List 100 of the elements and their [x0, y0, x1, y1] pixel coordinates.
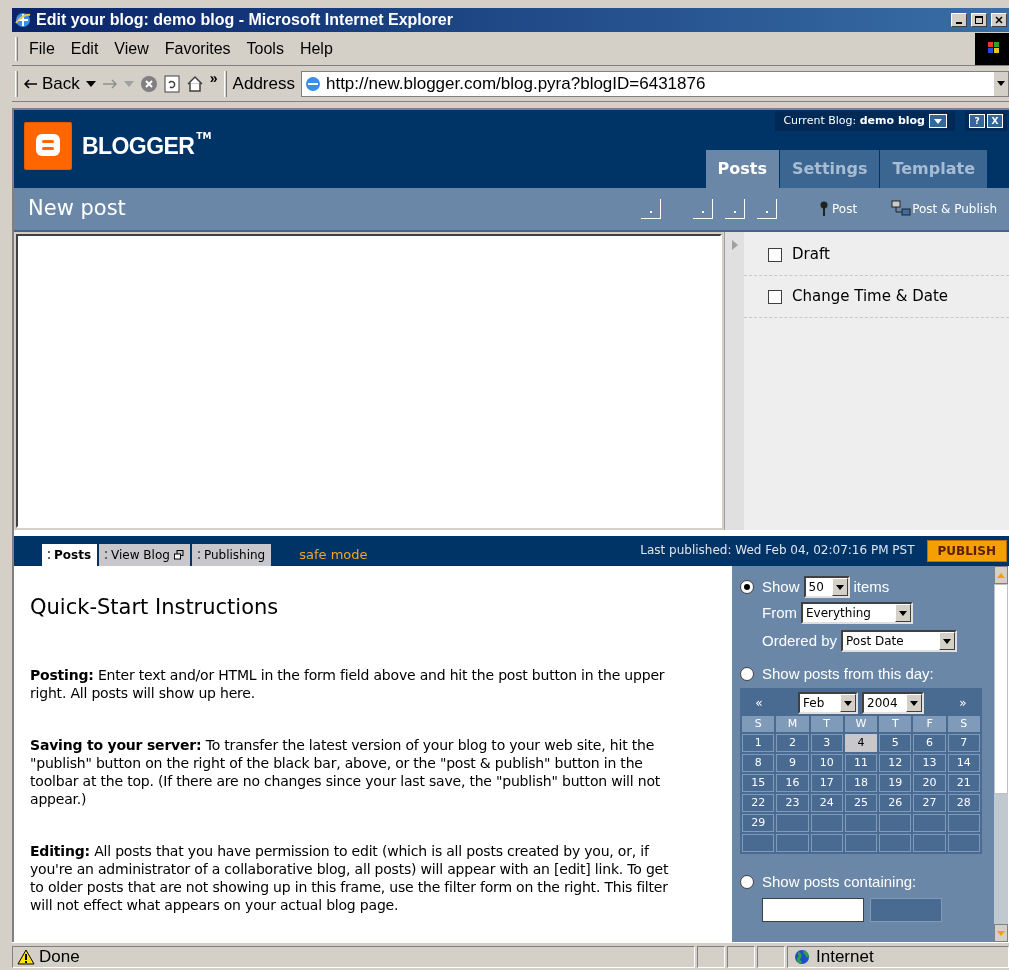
calendar-day[interactable]: 3 — [810, 734, 843, 752]
calendar-day[interactable]: 8 — [742, 754, 775, 772]
calendar-day[interactable]: 20 — [913, 774, 946, 792]
weekday-label: S — [742, 716, 775, 732]
calendar-day[interactable]: 23 — [776, 794, 809, 812]
from-select[interactable]: Everything — [801, 602, 913, 624]
status-text: Done — [39, 945, 80, 968]
post-body-field[interactable] — [16, 234, 722, 528]
browser-icon — [14, 11, 32, 29]
menu-item[interactable]: Edit — [62, 36, 107, 61]
home-icon — [185, 74, 204, 93]
maximize-icon — [975, 16, 983, 24]
arrow-left-icon — [24, 78, 38, 89]
calendar-day[interactable]: 17 — [810, 774, 843, 792]
calendar-day[interactable]: 16 — [776, 774, 809, 792]
calendar-day[interactable]: 18 — [844, 774, 878, 792]
close-button[interactable]: X — [987, 114, 1003, 128]
tab[interactable]: View Blog — [99, 544, 190, 566]
calendar-day[interactable]: 21 — [947, 774, 980, 792]
post-button[interactable]: Post — [819, 200, 858, 218]
caret-icon — [844, 700, 852, 706]
back-button[interactable]: Back — [24, 70, 80, 97]
menu-item[interactable]: Help — [291, 36, 341, 61]
calendar-day[interactable]: 14 — [947, 754, 980, 772]
calendar-day[interactable]: 12 — [879, 754, 912, 772]
close-button[interactable] — [991, 13, 1007, 27]
count-select[interactable]: 50 — [803, 576, 850, 598]
blogger-logo-icon — [24, 122, 72, 170]
radio-button[interactable] — [740, 667, 754, 681]
calendar-day[interactable]: 22 — [742, 794, 775, 812]
chevron-icon[interactable]: » — [209, 68, 218, 89]
menu-item[interactable]: File — [21, 36, 63, 61]
scroll-up-icon — [997, 572, 1005, 578]
toolbar-button[interactable] — [693, 199, 713, 219]
previous-month-button[interactable]: « — [742, 694, 776, 712]
month-select[interactable]: Feb — [798, 692, 858, 714]
minimize-button[interactable] — [951, 13, 967, 27]
arrow-right-icon — [101, 78, 118, 89]
calendar-day[interactable]: 4 — [844, 734, 878, 752]
menu-item[interactable]: Favorites — [156, 36, 239, 61]
option-checkbox[interactable]: Change Time & Date — [744, 276, 1009, 318]
status-pane — [757, 945, 785, 968]
year-select[interactable]: 2004 — [862, 692, 924, 714]
calendar-day[interactable]: 25 — [844, 794, 878, 812]
tab[interactable]: Posts — [42, 544, 98, 566]
menu-item[interactable]: Tools — [238, 36, 292, 61]
safe-mode-label: safe mode — [299, 545, 368, 564]
calendar-day[interactable]: 7 — [947, 734, 980, 752]
weekday-label: T — [879, 716, 912, 732]
next-month-button[interactable]: » — [946, 694, 980, 712]
calendar-day[interactable]: 6 — [913, 734, 946, 752]
blog-dropdown-button[interactable] — [929, 114, 947, 128]
post-publish-button[interactable]: Post & Publish — [891, 200, 997, 218]
calendar-day[interactable]: 11 — [844, 754, 878, 772]
calendar-day[interactable]: 1 — [742, 734, 775, 752]
scrollbar[interactable] — [994, 566, 1008, 942]
radio-button[interactable] — [740, 580, 754, 594]
calendar-day[interactable]: 9 — [776, 754, 809, 772]
tab[interactable]: Settings — [779, 150, 880, 188]
calendar-empty-cell — [776, 834, 809, 852]
publish-button[interactable]: PUBLISH — [926, 540, 1007, 562]
calendar-day[interactable]: 29 — [742, 814, 775, 832]
browser-icon — [303, 74, 322, 93]
toolbar-button[interactable] — [641, 199, 661, 219]
tab[interactable]: Publishing — [191, 544, 272, 566]
calendar-day[interactable]: 26 — [879, 794, 912, 812]
search-field[interactable] — [762, 898, 864, 922]
close-icon — [995, 16, 1003, 24]
globe-icon — [794, 948, 810, 965]
windows-logo-icon — [975, 32, 1009, 65]
calendar-empty-cell — [879, 834, 912, 852]
calendar-empty-cell — [947, 834, 980, 852]
calendar-day[interactable]: 2 — [776, 734, 809, 752]
last-published-text: Last published: Wed Feb 04, 02:07:16 PM PST — [640, 542, 915, 559]
calendar-day[interactable]: 24 — [810, 794, 843, 812]
calendar-empty-cell — [947, 814, 980, 832]
ordered-by-label: Ordered by — [762, 630, 838, 651]
maximize-button[interactable] — [971, 13, 987, 27]
tab[interactable]: Template — [880, 150, 987, 188]
menu-item[interactable]: View — [106, 36, 157, 61]
calendar-day[interactable]: 19 — [879, 774, 912, 792]
new-window-icon — [173, 550, 184, 560]
help-button[interactable]: ? — [969, 114, 985, 128]
option-checkbox[interactable]: Draft — [744, 234, 1009, 276]
warning-icon — [17, 948, 35, 965]
from-label: From — [762, 602, 797, 623]
calendar-day[interactable]: 13 — [913, 754, 946, 772]
address-field[interactable]: http://new.blogger.com/blog.pyra?blogID=6431876 — [300, 70, 1009, 97]
order-select[interactable]: Post Date — [841, 630, 958, 652]
radio-button[interactable] — [740, 875, 754, 889]
calendar-day[interactable]: 15 — [742, 774, 775, 792]
calendar-day[interactable]: 10 — [810, 754, 843, 772]
status-pane — [697, 945, 725, 968]
items-label: items — [853, 576, 890, 597]
calendar-day[interactable]: 28 — [947, 794, 980, 812]
toolbar-button[interactable] — [725, 199, 745, 219]
tab[interactable]: Posts — [705, 150, 779, 188]
calendar-day[interactable]: 5 — [879, 734, 912, 752]
toolbar-button[interactable] — [757, 199, 777, 219]
calendar-day[interactable]: 27 — [913, 794, 946, 812]
